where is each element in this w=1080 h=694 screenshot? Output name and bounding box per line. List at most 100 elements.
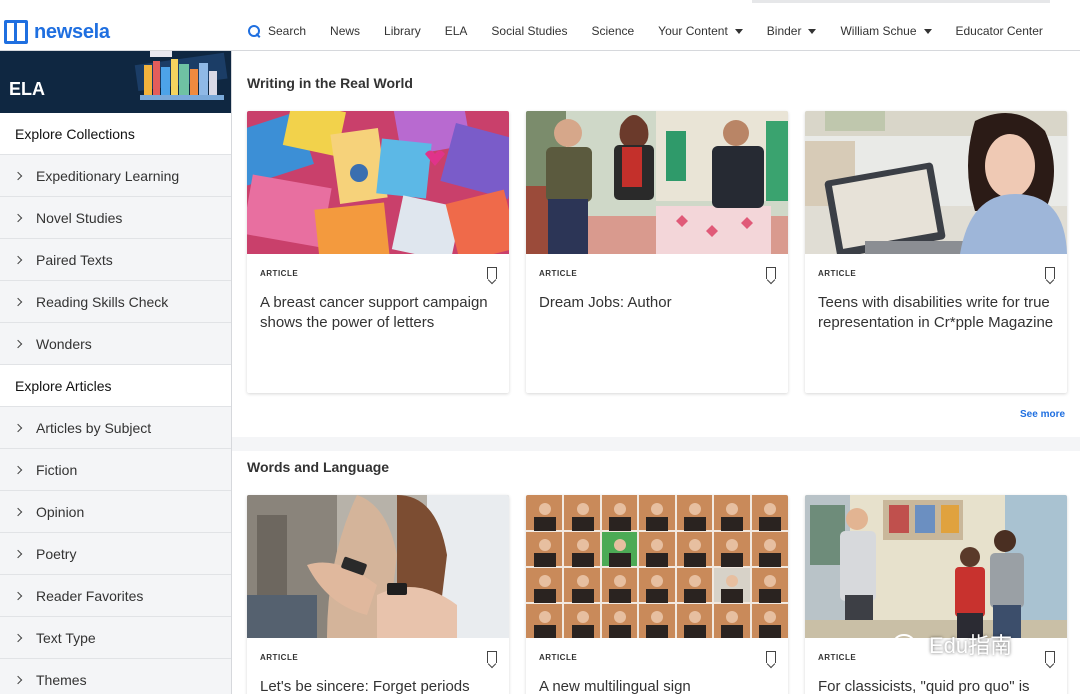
sidebar-item-label: Novel Studies [36,209,123,226]
nav-science[interactable]: Science [591,24,634,38]
article-card[interactable]: ARTICLE A new multilingual sign [526,495,788,694]
sidebar-item-expeditionary-learning[interactable]: Expeditionary Learning [0,155,231,197]
chevron-right-icon [13,297,23,306]
article-card[interactable]: ARTICLE Let's be sincere: Forget periods [247,495,509,694]
sidebar-item-wonders[interactable]: Wonders [0,323,231,365]
chevron-right-icon [13,423,23,432]
nav-user-name: William Schue [840,24,917,38]
nav-your-content-label: Your Content [658,24,728,38]
sidebar-item-paired-texts[interactable]: Paired Texts [0,239,231,281]
chevron-right-icon [13,171,23,180]
explore-articles-heading: Explore Articles [0,365,231,407]
card-type-label: ARTICLE [818,268,857,278]
bookmark-icon[interactable] [766,267,776,279]
card-meta: ARTICLE [526,643,788,671]
card-title: Teens with disabilities write for true r… [818,294,1054,331]
see-more-link[interactable]: See more [1020,409,1065,420]
chevron-right-icon [13,465,23,474]
chevron-down-icon [808,28,817,34]
card-type-label: ARTICLE [260,652,299,662]
article-card[interactable]: ARTICLE For classicists, "quid pro quo" … [805,495,1067,694]
sidebar-item-label: Reading Skills Check [36,293,169,310]
sidebar-header: ELA [0,51,231,113]
nav-user-menu[interactable]: William Schue [840,24,932,38]
card-meta: ARTICLE [247,259,509,287]
card-title: Let's be sincere: Forget periods [260,678,470,694]
sidebar-item-label: Text Type [36,629,96,646]
books-illustration [134,51,228,100]
sidebar-title: ELA [9,79,45,99]
sign-language-grid-photo [526,495,788,638]
newsela-logo-icon [4,20,28,44]
main-content: Writing in the Real World ARTICLE A brea… [232,51,1080,694]
search-icon [248,24,261,38]
browser-strip [752,0,1050,3]
chevron-down-icon [923,28,932,34]
sidebar-item-themes[interactable]: Themes [0,659,231,694]
nav-news[interactable]: News [330,24,360,38]
nav-social-studies[interactable]: Social Studies [491,24,567,38]
section-title-words: Words and Language [247,459,390,475]
card-type-label: ARTICLE [260,268,299,278]
nav-binder-label: Binder [766,24,802,38]
nav-search[interactable]: Search [248,24,306,38]
card-title: A breast cancer support campaign shows t… [260,294,488,331]
article-card[interactable]: ARTICLE A breast cancer support campaign… [247,111,509,393]
sidebar-item-label: Fiction [36,461,78,478]
chat-bubbles-icon [893,632,924,657]
sidebar-item-fiction[interactable]: Fiction [0,449,231,491]
bookmark-icon[interactable] [1045,267,1055,279]
explore-collections-heading: Explore Collections [0,113,231,155]
top-navigation: newsela Search News Library ELA Social S… [0,0,1080,51]
nav-library[interactable]: Library [384,24,421,38]
card-meta: ARTICLE [805,259,1067,287]
nav-binder[interactable]: Binder [767,24,817,38]
section-title-writing: Writing in the Real World [247,75,413,91]
bookmark-icon[interactable] [487,651,497,663]
card-title: Dream Jobs: Author [539,294,672,311]
bookmark-icon[interactable] [487,267,497,279]
classroom-photo [805,495,1067,638]
watermark: Edu指南 [893,628,1012,660]
card-title: For classicists, "quid pro quo" is [818,678,1030,694]
sidebar-item-label: Poetry [36,545,77,562]
card-type-label: ARTICLE [539,268,578,278]
sidebar-item-label: Articles by Subject [36,419,152,436]
chevron-right-icon [13,549,23,558]
nav-items: Search News Library ELA Social Studies S… [248,24,1043,38]
card-title: A new multilingual sign [539,678,691,694]
colorful-letters-photo [247,111,509,265]
sidebar-item-label: Themes [36,671,87,688]
chevron-down-icon [734,28,743,34]
sidebar-item-opinion[interactable]: Opinion [0,491,231,533]
card-meta: ARTICLE [247,643,509,671]
card-meta: ARTICLE [526,259,788,287]
sidebar-item-label: Reader Favorites [36,587,144,604]
nav-your-content[interactable]: Your Content [658,24,743,38]
sidebar-item-novel-studies[interactable]: Novel Studies [0,197,231,239]
sidebar-item-reader-favorites[interactable]: Reader Favorites [0,575,231,617]
chevron-right-icon [13,591,23,600]
nav-ela[interactable]: ELA [445,24,468,38]
article-card[interactable]: ARTICLE Dream Jobs: Author [526,111,788,393]
sidebar-item-articles-by-subject[interactable]: Articles by Subject [0,407,231,449]
sidebar-item-label: Wonders [36,335,92,352]
sidebar: ELA Explore Collections Expeditionary Le… [0,51,232,694]
nav-search-label: Search [268,24,307,38]
chevron-right-icon [13,255,23,264]
article-card[interactable]: ARTICLE Teens with disabilities write fo… [805,111,1067,393]
newsela-logo[interactable]: newsela [4,20,110,44]
chevron-right-icon [13,213,23,222]
brand-name: newsela [34,20,110,43]
sidebar-item-text-type[interactable]: Text Type [0,617,231,659]
section-divider [232,437,1080,451]
bookmark-icon[interactable] [766,651,776,663]
card-type-label: ARTICLE [818,652,857,662]
nav-educator-center[interactable]: Educator Center [956,24,1043,38]
author-panel-photo [526,111,788,254]
sidebar-item-poetry[interactable]: Poetry [0,533,231,575]
card-type-label: ARTICLE [539,652,578,662]
bookmark-icon[interactable] [1045,651,1055,663]
chevron-right-icon [13,633,23,642]
sidebar-item-reading-skills-check[interactable]: Reading Skills Check [0,281,231,323]
